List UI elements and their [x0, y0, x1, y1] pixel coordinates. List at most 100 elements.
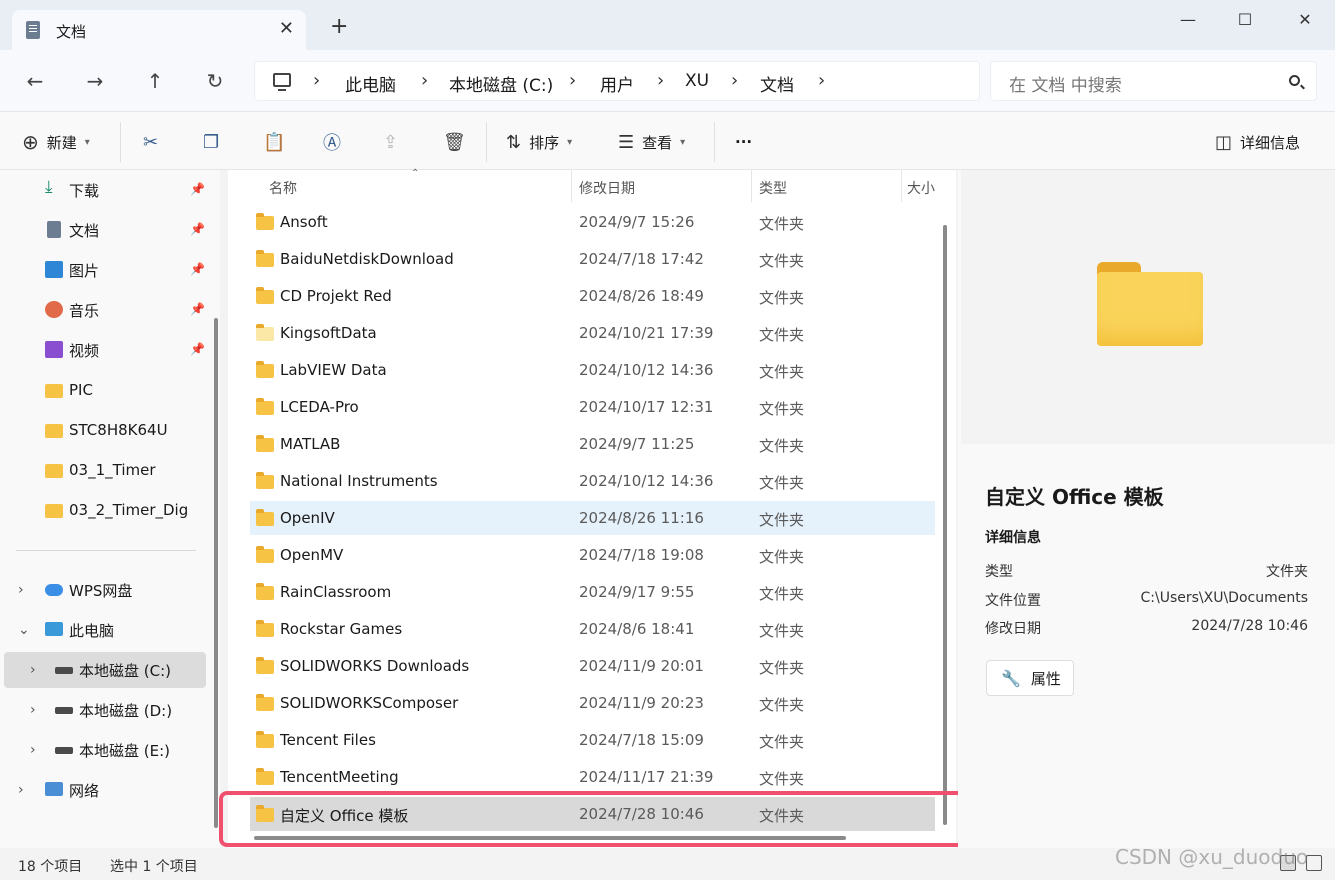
- column-header-size[interactable]: 大小: [907, 178, 935, 198]
- sidebar-item-label: 文档: [69, 221, 100, 240]
- column-divider[interactable]: [571, 170, 572, 202]
- new-button[interactable]: ⊕ 新建 ▾: [22, 128, 90, 156]
- forward-button[interactable]: →: [80, 68, 110, 96]
- folder-icon: [1097, 262, 1203, 346]
- sidebar-item-documents[interactable]: 文档 📌: [0, 212, 210, 248]
- sidebar-item-local-disk-c[interactable]: › 本地磁盘 (C:): [4, 652, 206, 688]
- video-icon: [45, 341, 63, 358]
- tab-close-button[interactable]: ✕: [279, 18, 294, 39]
- download-icon: ⤓: [45, 177, 53, 197]
- sort-button[interactable]: ⇅ 排序 ▾: [506, 128, 572, 156]
- paste-button[interactable]: 📋: [263, 128, 285, 156]
- tiles-view-icon[interactable]: [1306, 855, 1322, 871]
- column-header-type[interactable]: 类型: [759, 178, 787, 198]
- close-window-button[interactable]: ✕: [1287, 6, 1323, 34]
- sidebar-scrollbar[interactable]: [214, 318, 218, 828]
- more-options-button[interactable]: ···: [735, 128, 752, 156]
- refresh-button[interactable]: ↻: [200, 68, 230, 96]
- breadcrumb-users[interactable]: 用户: [600, 71, 634, 96]
- sidebar-item-wps-drive[interactable]: › WPS网盘: [0, 572, 210, 608]
- file-row[interactable]: Ansoft 2024/9/7 15:26 文件夹: [250, 205, 935, 239]
- breadcrumb-local-disk-c[interactable]: 本地磁盘 (C:): [449, 71, 553, 96]
- sidebar-item-03-2-timer-dig[interactable]: 03_2_Timer_Dig: [0, 492, 210, 528]
- sidebar-item-stc8h8k64u[interactable]: STC8H8K64U: [0, 412, 210, 448]
- search-icon[interactable]: [1289, 75, 1300, 86]
- chevron-right-icon[interactable]: ›: [421, 70, 428, 91]
- file-row[interactable]: SOLIDWORKSComposer 2024/11/9 20:23 文件夹: [250, 686, 935, 720]
- chevron-right-icon[interactable]: ›: [18, 582, 24, 598]
- file-row[interactable]: TencentMeeting 2024/11/17 21:39 文件夹: [250, 760, 935, 794]
- copy-button[interactable]: ❐: [203, 128, 219, 156]
- folder-icon: [45, 424, 63, 438]
- sidebar-item-local-disk-d[interactable]: › 本地磁盘 (D:): [0, 692, 210, 728]
- file-row[interactable]: CD Projekt Red 2024/8/26 18:49 文件夹: [250, 279, 935, 313]
- chevron-right-icon[interactable]: ›: [569, 70, 576, 91]
- file-row[interactable]: National Instruments 2024/10/12 14:36 文件夹: [250, 464, 935, 498]
- search-input[interactable]: 在 文档 中搜索: [990, 61, 1317, 101]
- sidebar-item-03-1-timer[interactable]: 03_1_Timer: [0, 452, 210, 488]
- file-row[interactable]: Rockstar Games 2024/8/6 18:41 文件夹: [250, 612, 935, 646]
- chevron-right-icon[interactable]: ›: [18, 782, 24, 798]
- details-pane-button[interactable]: ◫ 详细信息: [1215, 128, 1300, 156]
- maximize-button[interactable]: ☐: [1227, 6, 1263, 34]
- sidebar-item-network[interactable]: › 网络: [0, 772, 210, 808]
- breadcrumb-this-pc[interactable]: 此电脑: [345, 71, 396, 96]
- chevron-right-icon[interactable]: ›: [313, 70, 320, 91]
- rename-button[interactable]: Ⓐ: [323, 128, 341, 156]
- file-row[interactable]: MATLAB 2024/9/7 11:25 文件夹: [250, 427, 935, 461]
- chevron-right-icon[interactable]: ›: [30, 742, 36, 758]
- properties-button[interactable]: 🔧 属性: [986, 660, 1074, 696]
- back-button[interactable]: ←: [20, 68, 50, 96]
- column-header-date[interactable]: 修改日期: [579, 178, 635, 198]
- column-divider[interactable]: [751, 170, 752, 202]
- view-button[interactable]: ☰ 查看 ▾: [618, 128, 685, 156]
- file-row[interactable]: BaiduNetdiskDownload 2024/7/18 17:42 文件夹: [250, 242, 935, 276]
- file-row[interactable]: RainClassroom 2024/9/17 9:55 文件夹: [250, 575, 935, 609]
- file-date: 2024/7/18 19:08: [579, 546, 704, 564]
- drive-icon: [55, 747, 73, 754]
- pin-icon[interactable]: 📌: [190, 262, 205, 276]
- delete-button[interactable]: 🗑: [443, 128, 466, 156]
- file-date: 2024/8/6 18:41: [579, 620, 695, 638]
- share-button[interactable]: ⇪: [383, 128, 398, 156]
- file-row[interactable]: OpenIV 2024/8/26 11:16 文件夹: [250, 501, 935, 535]
- file-date: 2024/11/9 20:01: [579, 657, 704, 675]
- pin-icon[interactable]: 📌: [190, 182, 205, 196]
- sidebar-item-videos[interactable]: 视频 📌: [0, 332, 210, 368]
- sidebar-item-pic[interactable]: PIC: [0, 372, 210, 408]
- chevron-right-icon[interactable]: ›: [30, 702, 36, 718]
- sidebar-item-downloads[interactable]: ⤓ 下载 📌: [0, 172, 210, 208]
- up-button[interactable]: ↑: [140, 68, 170, 96]
- file-row[interactable]: OpenMV 2024/7/18 19:08 文件夹: [250, 538, 935, 572]
- pin-icon[interactable]: 📌: [190, 222, 205, 236]
- breadcrumb-documents[interactable]: 文档: [760, 71, 794, 96]
- file-row[interactable]: LabVIEW Data 2024/10/12 14:36 文件夹: [250, 353, 935, 387]
- chevron-down-icon[interactable]: ⌄: [18, 622, 30, 638]
- sidebar-item-pictures[interactable]: 图片 📌: [0, 252, 210, 288]
- file-list-scrollbar[interactable]: [943, 225, 947, 825]
- chevron-right-icon[interactable]: ›: [818, 70, 825, 91]
- column-divider[interactable]: [901, 170, 902, 202]
- minimize-button[interactable]: —: [1170, 6, 1206, 34]
- file-row[interactable]: Tencent Files 2024/7/18 15:09 文件夹: [250, 723, 935, 757]
- chevron-right-icon[interactable]: ›: [731, 70, 738, 91]
- file-row[interactable]: KingsoftData 2024/10/21 17:39 文件夹: [250, 316, 935, 350]
- chevron-right-icon[interactable]: ›: [657, 70, 664, 91]
- file-row[interactable]: SOLIDWORKS Downloads 2024/11/9 20:01 文件夹: [250, 649, 935, 683]
- pin-icon[interactable]: 📌: [190, 342, 205, 356]
- chevron-right-icon[interactable]: ›: [30, 662, 36, 678]
- cut-button[interactable]: ✂: [143, 128, 158, 156]
- file-name: SOLIDWORKSComposer: [280, 694, 459, 712]
- file-row[interactable]: LCEDA-Pro 2024/10/17 12:31 文件夹: [250, 390, 935, 424]
- breadcrumb-xu[interactable]: XU: [685, 71, 709, 91]
- column-header-name[interactable]: 名称: [269, 178, 297, 198]
- sidebar-item-this-pc[interactable]: ⌄ 此电脑: [0, 612, 210, 648]
- new-tab-button[interactable]: +: [330, 16, 348, 38]
- sidebar-item-music[interactable]: 音乐 📌: [0, 292, 210, 328]
- sidebar-item-label: 本地磁盘 (C:): [79, 661, 171, 680]
- address-bar[interactable]: › 此电脑 › 本地磁盘 (C:) › 用户 › XU › 文档 ›: [254, 61, 980, 101]
- tab-documents[interactable]: 文档 ✕: [12, 10, 306, 50]
- sidebar-item-local-disk-e[interactable]: › 本地磁盘 (E:): [0, 732, 210, 768]
- pictures-icon: [45, 261, 63, 278]
- pin-icon[interactable]: 📌: [190, 302, 205, 316]
